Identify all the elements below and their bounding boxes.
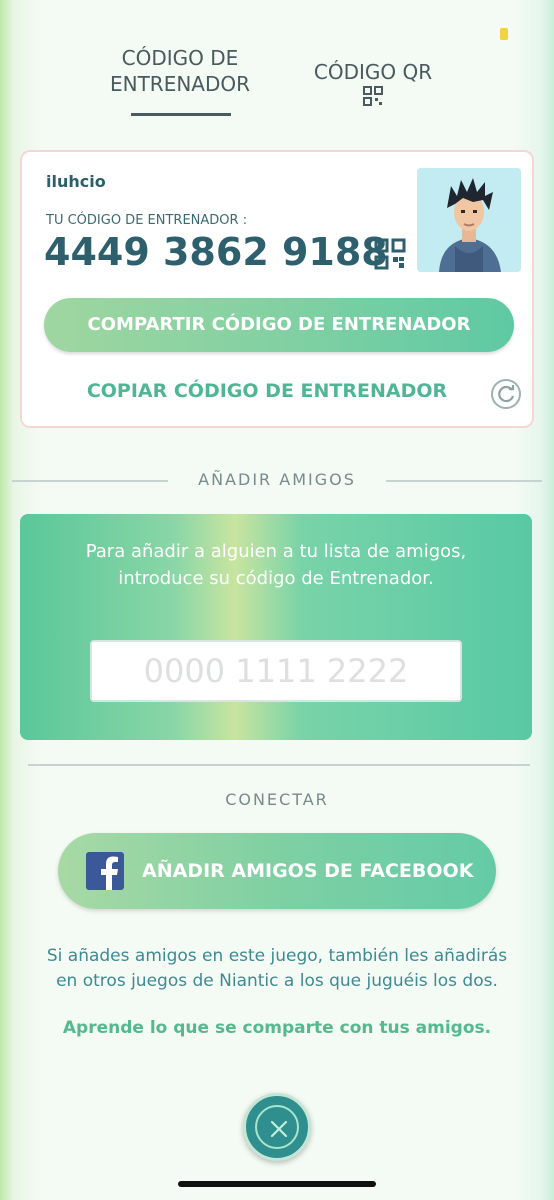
learn-sharing-link[interactable]: Aprende lo que se comparte con tus amigo… [40,1018,514,1038]
battery-indicator [500,28,508,40]
add-facebook-friends-button[interactable]: AÑADIR AMIGOS DE FACEBOOK [58,833,496,909]
trainer-avatar [417,168,521,272]
section-divider [28,764,530,766]
friend-code-input[interactable] [90,640,462,702]
active-tab-underline [131,113,231,116]
friends-add-screen: CÓDIGO DE ENTRENADOR CÓDIGO QR iluhcio T… [0,0,554,1200]
trainer-username: iluhcio [46,172,106,191]
trainer-code-card: iluhcio TU CÓDIGO DE ENTRENADOR : 4449 3… [20,150,534,428]
section-divider [12,480,168,482]
close-button-ring [255,1105,299,1149]
section-divider [386,480,542,482]
copy-trainer-code-link[interactable]: COPIAR CÓDIGO DE ENTRENADOR [62,380,472,402]
niantic-info-text: Si añades amigos en este juego, también … [46,946,508,991]
refresh-icon[interactable] [490,378,522,410]
tab-trainer-code[interactable]: CÓDIGO DE ENTRENADOR [100,45,260,97]
home-indicator [178,1181,376,1187]
add-friend-instructions: Para añadir a alguien a tu lista de amig… [85,541,467,589]
qr-code-icon[interactable] [363,86,383,106]
share-trainer-code-button[interactable]: COMPARTIR CÓDIGO DE ENTRENADOR [44,298,514,352]
close-button[interactable] [243,1093,311,1161]
add-friends-title: AÑADIR AMIGOS [198,470,356,489]
trainer-code-value: 4449 3862 9188 [44,230,388,274]
add-friend-panel: Para añadir a alguien a tu lista de amig… [20,514,532,740]
close-icon [270,1120,288,1138]
facebook-button-label: AÑADIR AMIGOS DE FACEBOOK [142,860,474,882]
trainer-code-label: TU CÓDIGO DE ENTRENADOR : [46,213,248,228]
tab-qr-code[interactable]: CÓDIGO QR [300,59,446,85]
qr-code-icon[interactable] [374,238,406,270]
facebook-icon [86,852,124,890]
connect-title: CONECTAR [225,790,329,809]
